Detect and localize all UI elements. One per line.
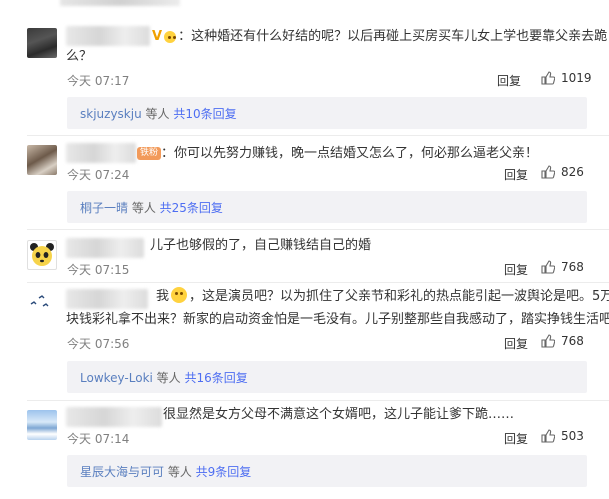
- like-count: 1019: [561, 71, 592, 85]
- reply-button[interactable]: 回复: [504, 335, 528, 352]
- comment-text-line2: 块钱彩礼拿不出来？新家的启动资金怕是一毛没有。儿子别整那些自我感动了，踏实挣钱生…: [66, 312, 609, 327]
- like-button[interactable]: 826: [541, 165, 584, 179]
- sub-reply-count[interactable]: 共16条回复: [181, 371, 248, 385]
- comment-text: 很显然是女方父母不满意这个女婿吧，这儿子能让爹下跪……: [163, 407, 515, 422]
- fan-badge: 铁粉: [137, 147, 162, 160]
- blurred-top-text: [60, 0, 180, 6]
- reply-button[interactable]: 回复: [497, 72, 521, 89]
- sub-reply-user[interactable]: skjuzyskju: [80, 107, 142, 121]
- sub-reply-count[interactable]: 共25条回复: [156, 201, 223, 215]
- divider: [27, 135, 609, 136]
- reply-button[interactable]: 回复: [504, 430, 528, 447]
- comment-text: 我，这是演员吧？以为抓住了父亲节和彩礼的热点能引起一波舆论是吧。5万: [156, 287, 609, 304]
- avatar[interactable]: [27, 290, 57, 320]
- like-count: 503: [561, 429, 584, 443]
- username-blurred[interactable]: [66, 26, 150, 46]
- comment-text-line2: 么？: [66, 49, 93, 64]
- comment-time: 今天 07:17: [67, 74, 130, 88]
- birds-avatar-icon: [30, 295, 49, 307]
- like-button[interactable]: 503: [541, 429, 584, 443]
- thumbs-up-icon: [541, 71, 555, 85]
- username-blurred[interactable]: [66, 238, 144, 258]
- reply-button[interactable]: 回复: [504, 166, 528, 183]
- avatar[interactable]: [27, 145, 57, 175]
- sub-replies-box[interactable]: Lowkey-Loki 等人 共16条回复: [67, 361, 587, 393]
- sub-reply-count[interactable]: 共9条回复: [192, 465, 252, 479]
- comment-time: 今天 07:56: [67, 337, 130, 351]
- divider: [27, 282, 609, 283]
- panda-avatar-icon: [30, 243, 54, 266]
- comment-time: 今天 07:24: [67, 168, 130, 182]
- emoji-icon: [164, 31, 177, 43]
- username-blurred[interactable]: [66, 143, 136, 163]
- comment-text: 铁粉 ：你可以先努力赚钱，晚一点结婚又怎么了，何必那么逼老父亲！: [137, 143, 538, 164]
- thumbs-up-icon: [541, 165, 555, 179]
- sub-replies-box[interactable]: 星辰大海与可可 等人 共9条回复: [67, 455, 587, 487]
- username-blurred[interactable]: [66, 289, 148, 309]
- thumbs-up-icon: [541, 260, 555, 274]
- sub-reply-user[interactable]: 桐子一晴: [80, 201, 128, 215]
- comment-text: 儿子也够假的了，自己赚钱结自己的婚: [150, 238, 372, 253]
- like-button[interactable]: 768: [541, 260, 584, 274]
- like-button[interactable]: 768: [541, 334, 584, 348]
- comment-time: 今天 07:15: [67, 263, 130, 277]
- like-count: 826: [561, 165, 584, 179]
- sub-reply-user[interactable]: 星辰大海与可可: [80, 465, 164, 479]
- sub-reply-user[interactable]: Lowkey-Loki: [80, 371, 153, 385]
- sub-replies-box[interactable]: 桐子一晴 等人 共25条回复: [67, 191, 587, 223]
- like-button[interactable]: 1019: [541, 71, 592, 85]
- reply-button[interactable]: 回复: [504, 261, 528, 278]
- thumbs-up-icon: [541, 334, 555, 348]
- avatar[interactable]: [27, 28, 57, 58]
- divider: [27, 400, 609, 401]
- username-blurred[interactable]: [66, 407, 162, 427]
- like-count: 768: [561, 334, 584, 348]
- emoji-icon: [171, 287, 188, 303]
- comment-time: 今天 07:14: [67, 432, 130, 446]
- verified-badge: V: [152, 29, 163, 44]
- avatar[interactable]: [27, 410, 57, 440]
- divider: [27, 229, 609, 230]
- sub-replies-box[interactable]: skjuzyskju 等人 共10条回复: [67, 97, 587, 129]
- sub-reply-count[interactable]: 共10条回复: [170, 107, 236, 121]
- thumbs-up-icon: [541, 429, 555, 443]
- like-count: 768: [561, 260, 584, 274]
- comment-text: V ：这种婚还有什么好结的呢？以后再碰上买房买车儿女上学也要靠父亲去跪: [152, 26, 607, 47]
- avatar[interactable]: [27, 240, 57, 270]
